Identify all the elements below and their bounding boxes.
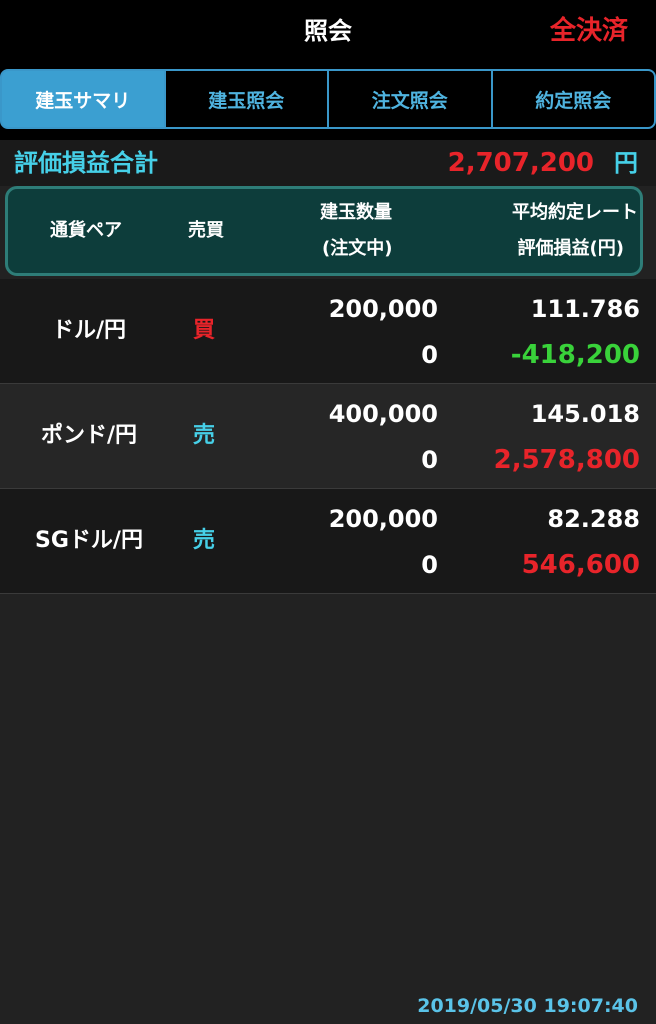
column-header-qty: 建玉数量 bbox=[320, 202, 392, 223]
column-header-avg-rate: 平均約定レート bbox=[512, 202, 638, 223]
tab-execution-inquiry[interactable]: 約定照会 bbox=[490, 69, 656, 129]
position-side: 買 bbox=[192, 318, 215, 343]
tab-order-inquiry[interactable]: 注文照会 bbox=[327, 69, 493, 129]
tab-position-inquiry[interactable]: 建玉照会 bbox=[163, 69, 329, 129]
position-pl: 546,600 bbox=[521, 550, 640, 580]
position-avg-rate: 111.786 bbox=[530, 295, 640, 323]
app-header: 照会 全決済 bbox=[0, 0, 656, 64]
updated-timestamp: 2019/05/30 19:07:40 bbox=[417, 995, 638, 1017]
position-pair: ドル/円 bbox=[51, 318, 127, 343]
tab-bar: 建玉サマリ 建玉照会 注文照会 約定照会 bbox=[0, 64, 656, 140]
column-header-qty-pending: (注文中) bbox=[322, 238, 393, 259]
position-row-usdjpy[interactable]: ドル/円 買 200,000 0 111.786 -418,200 bbox=[0, 279, 656, 384]
position-qty: 200,000 bbox=[328, 505, 438, 533]
column-header-side: 売買 bbox=[188, 220, 224, 241]
position-qty: 200,000 bbox=[328, 295, 438, 323]
total-pl-label: 評価損益合計 bbox=[14, 149, 158, 177]
column-header: 通貨ペア 売買 建玉数量 (注文中) 平均約定レート 評価損益(円) bbox=[5, 186, 643, 276]
column-header-pair: 通貨ペア bbox=[50, 220, 122, 241]
position-pending-qty: 0 bbox=[421, 446, 438, 474]
position-side: 売 bbox=[192, 423, 215, 448]
position-side: 売 bbox=[192, 528, 215, 553]
position-row-gbpjpy[interactable]: ポンド/円 売 400,000 0 145.018 2,578,800 bbox=[0, 384, 656, 489]
tab-position-summary[interactable]: 建玉サマリ bbox=[0, 69, 166, 129]
position-row-sgdjpy[interactable]: SGドル/円 売 200,000 0 82.288 546,600 bbox=[0, 489, 656, 594]
position-avg-rate: 82.288 bbox=[547, 505, 640, 533]
tab-row: 建玉サマリ 建玉照会 注文照会 約定照会 bbox=[0, 69, 656, 129]
position-pending-qty: 0 bbox=[421, 341, 438, 369]
total-pl-unit: 円 bbox=[614, 149, 638, 177]
position-pair: ポンド/円 bbox=[40, 423, 138, 448]
close-all-positions-button[interactable]: 全決済 bbox=[550, 0, 628, 64]
total-pl-row: 評価損益合計 2,707,200 円 bbox=[0, 140, 656, 186]
position-avg-rate: 145.018 bbox=[530, 400, 640, 428]
position-pair: SGドル/円 bbox=[35, 528, 143, 553]
position-list: ドル/円 買 200,000 0 111.786 -418,200 ポンド/円 … bbox=[0, 279, 656, 594]
position-qty: 400,000 bbox=[328, 400, 438, 428]
column-header-pl: 評価損益(円) bbox=[517, 238, 624, 259]
position-pending-qty: 0 bbox=[421, 551, 438, 579]
position-pl: 2,578,800 bbox=[493, 445, 640, 475]
total-pl-value: 2,707,200 bbox=[447, 148, 594, 178]
position-pl: -418,200 bbox=[510, 340, 640, 370]
